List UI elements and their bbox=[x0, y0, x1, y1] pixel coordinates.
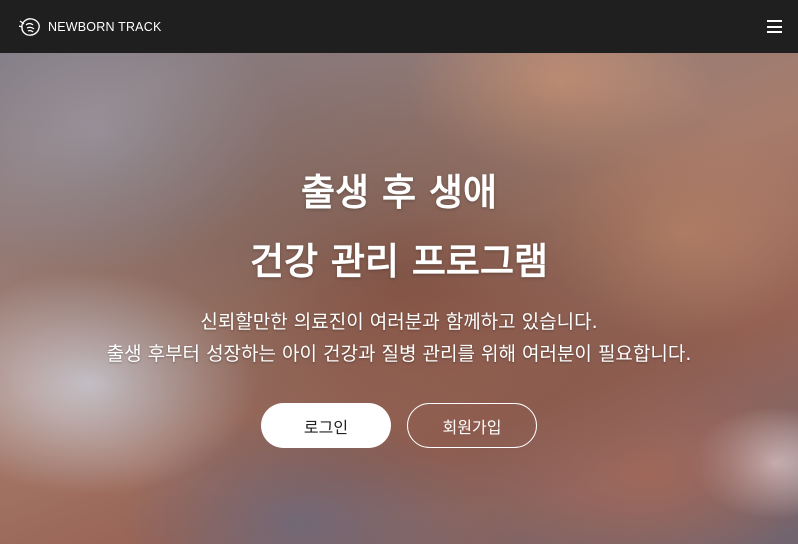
login-button[interactable]: 로그인 bbox=[261, 403, 391, 448]
signup-button[interactable]: 회원가입 bbox=[407, 403, 537, 448]
hero-title-line-1: 출생 후 생애 bbox=[301, 171, 497, 214]
brand-name: NEWBORN TRACK bbox=[48, 19, 162, 34]
brand-link[interactable]: NEWBORN TRACK bbox=[18, 16, 162, 38]
baby-hand-logo-icon bbox=[18, 16, 42, 38]
hero-section: 출생 후 생애 건강 관리 프로그램 신뢰할만한 의료진이 여러분과 함께하고 … bbox=[0, 53, 798, 544]
hero-title-line-2: 건강 관리 프로그램 bbox=[249, 240, 549, 283]
top-navbar: NEWBORN TRACK bbox=[0, 0, 798, 53]
hamburger-menu-icon[interactable] bbox=[767, 20, 782, 33]
hero-subtitle-line-2: 출생 후부터 성장하는 아이 건강과 질병 관리를 위해 여러분이 필요합니다. bbox=[106, 343, 692, 365]
hero-subtitle-line-1: 신뢰할만한 의료진이 여러분과 함께하고 있습니다. bbox=[200, 311, 598, 333]
